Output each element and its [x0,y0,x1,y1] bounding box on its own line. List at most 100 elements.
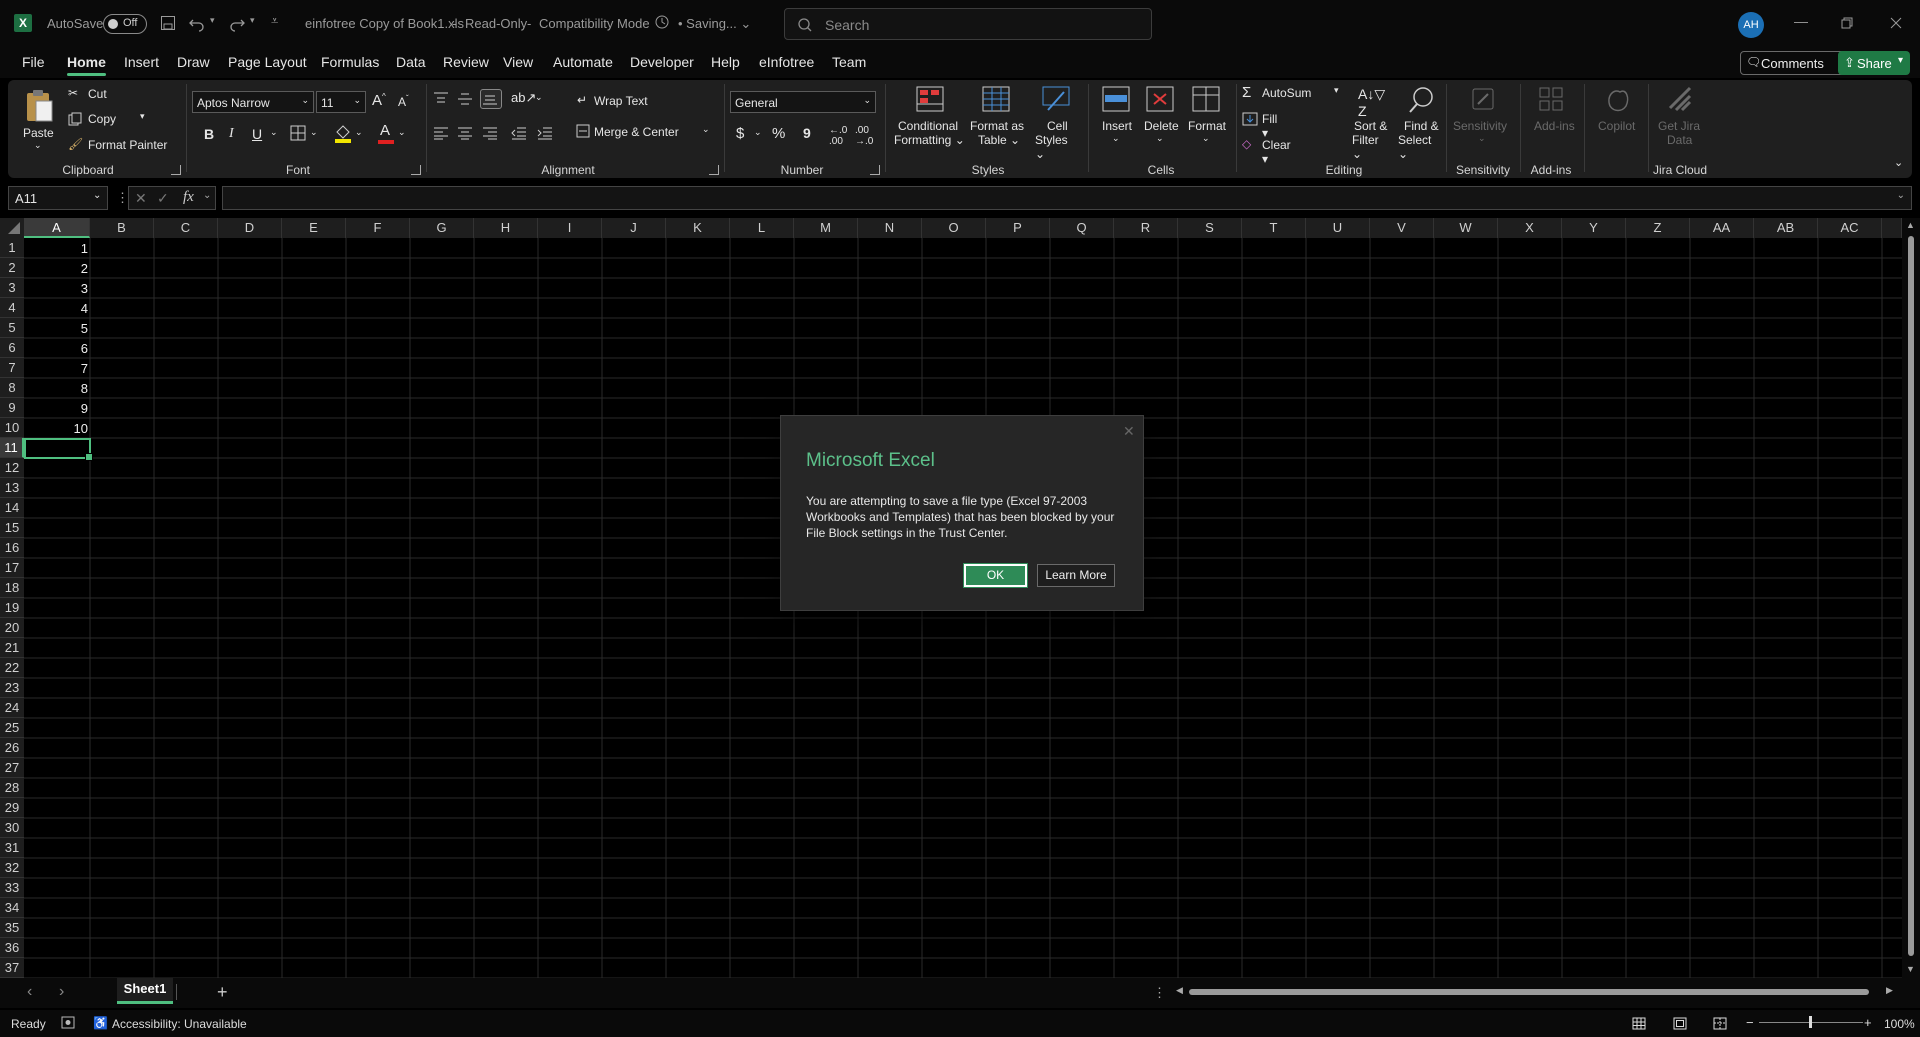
column-header-h[interactable]: H [474,218,538,238]
row-header-33[interactable]: 33 [0,878,24,898]
vertical-scroll-thumb[interactable] [1908,236,1914,956]
search-box[interactable]: Search [784,8,1152,40]
column-header-ab[interactable]: AB [1754,218,1818,238]
cell-a1[interactable]: 1 [26,241,88,256]
column-header-n[interactable]: N [858,218,922,238]
column-header-m[interactable]: M [794,218,858,238]
tab-help[interactable]: Help [711,54,740,70]
scroll-down-icon[interactable]: ▼ [1906,964,1915,974]
column-header-v[interactable]: V [1370,218,1434,238]
row-header-1[interactable]: 1 [0,238,24,258]
scroll-up-icon[interactable]: ▲ [1906,220,1915,230]
learn-more-button[interactable]: Learn More [1037,564,1115,587]
format-cells-button[interactable]: Format ⌄ [1184,84,1228,156]
formula-input[interactable]: ⌄ [222,186,1912,210]
bold-button[interactable]: B [204,126,214,142]
row-header-15[interactable]: 15 [0,518,24,538]
tab-developer[interactable]: Developer [630,54,694,70]
tab-draw[interactable]: Draw [177,54,210,70]
zoom-out-icon[interactable]: − [1746,1015,1754,1030]
column-header-f[interactable]: F [346,218,410,238]
font-launcher-icon[interactable] [411,165,421,175]
cell-a4[interactable]: 4 [26,301,88,316]
macro-record-icon[interactable] [61,1016,75,1029]
chevron-down-icon[interactable]: ⌄ [310,127,318,138]
row-header-32[interactable]: 32 [0,858,24,878]
column-header-aa[interactable]: AA [1690,218,1754,238]
share-button[interactable]: ⇪ Share ▾ [1838,51,1910,75]
font-name-select[interactable]: Aptos Narrow ⌄ [192,91,314,113]
insert-cells-button[interactable]: Insert ⌄ [1094,84,1136,156]
column-header-z[interactable]: Z [1626,218,1690,238]
insert-function-icon[interactable]: fx [183,189,194,206]
cancel-entry-icon[interactable]: ✕ [135,190,147,207]
sort-filter-button[interactable]: A↓▽ Z Sort & Filter ⌄ [1348,84,1392,161]
chevron-down-icon[interactable]: ⌄ [203,190,211,201]
underline-button[interactable]: U [252,126,262,142]
row-header-35[interactable]: 35 [0,918,24,938]
increase-font-size-icon[interactable]: A^ [372,92,386,109]
row-header-30[interactable]: 30 [0,818,24,838]
cell-a6[interactable]: 6 [26,341,88,356]
column-header-l[interactable]: L [730,218,794,238]
page-layout-view-icon[interactable] [1673,1017,1687,1030]
restore-icon[interactable] [1841,17,1853,29]
row-header-10[interactable]: 10 [0,418,24,438]
scroll-left-icon[interactable]: ◀ [1176,985,1183,996]
close-icon[interactable] [1890,17,1902,29]
number-launcher-icon[interactable] [870,165,880,175]
cell-a7[interactable]: 7 [26,361,88,376]
next-sheet-icon[interactable]: › [59,983,64,1001]
tab-review[interactable]: Review [443,54,489,70]
collapse-ribbon-icon[interactable]: ⌄ [1894,156,1903,169]
find-select-button[interactable]: Find & Select ⌄ [1396,84,1442,161]
row-header-4[interactable]: 4 [0,298,24,318]
row-header-37[interactable]: 37 [0,958,24,978]
add-ins-button[interactable]: Add-ins [1526,84,1576,156]
column-header-ac[interactable]: AC [1818,218,1882,238]
undo-icon[interactable] [188,14,206,32]
percent-button[interactable]: % [772,125,785,142]
sheet-tab-sheet1[interactable]: Sheet1 [117,978,173,1004]
decrease-decimal-icon[interactable]: .00 →.0 [855,125,873,147]
ok-button[interactable]: OK [963,563,1028,588]
column-header-s[interactable]: S [1178,218,1242,238]
saving-status[interactable]: • Saving... ⌄ [678,16,751,32]
tab-automate[interactable]: Automate [553,54,613,70]
column-header-i[interactable]: I [538,218,602,238]
fill-color-icon[interactable] [334,123,352,143]
column-header-g[interactable]: G [410,218,474,238]
row-header-14[interactable]: 14 [0,498,24,518]
comma-style-button[interactable]: 9 [803,125,811,141]
prev-sheet-icon[interactable]: ‹ [27,983,32,1001]
row-header-12[interactable]: 12 [0,458,24,478]
column-header-c[interactable]: C [154,218,218,238]
row-header-13[interactable]: 13 [0,478,24,498]
cell-a9[interactable]: 9 [26,401,88,416]
alignment-launcher-icon[interactable] [709,165,719,175]
decrease-indent-icon[interactable] [511,126,527,140]
font-size-select[interactable]: 11 ⌄ [316,91,366,113]
select-all-corner[interactable] [0,218,24,238]
row-header-34[interactable]: 34 [0,898,24,918]
column-header-k[interactable]: K [666,218,730,238]
chevron-down-icon[interactable]: ⌄ [754,127,762,138]
horizontal-scroll-thumb[interactable] [1189,989,1869,995]
row-header-2[interactable]: 2 [0,258,24,278]
row-header-21[interactable]: 21 [0,638,24,658]
clipboard-launcher-icon[interactable] [171,165,181,175]
cell-a5[interactable]: 5 [26,321,88,336]
tab-einfotree[interactable]: eInfotree [759,54,814,70]
column-header-w[interactable]: W [1434,218,1498,238]
tab-view[interactable]: View [503,54,533,70]
expand-formula-bar-icon[interactable]: ⌄ [1897,190,1905,201]
sensitivity-button[interactable]: Sensitivity ⌄ [1452,84,1514,156]
chevron-down-icon[interactable]: ⌄ [270,127,278,138]
column-header-e[interactable]: E [282,218,346,238]
cell-a8[interactable]: 8 [26,381,88,396]
tab-insert[interactable]: Insert [124,54,159,70]
undo-dropdown-icon[interactable]: ▾ [210,15,215,26]
row-header-6[interactable]: 6 [0,338,24,358]
row-header-18[interactable]: 18 [0,578,24,598]
column-header-y[interactable]: Y [1562,218,1626,238]
